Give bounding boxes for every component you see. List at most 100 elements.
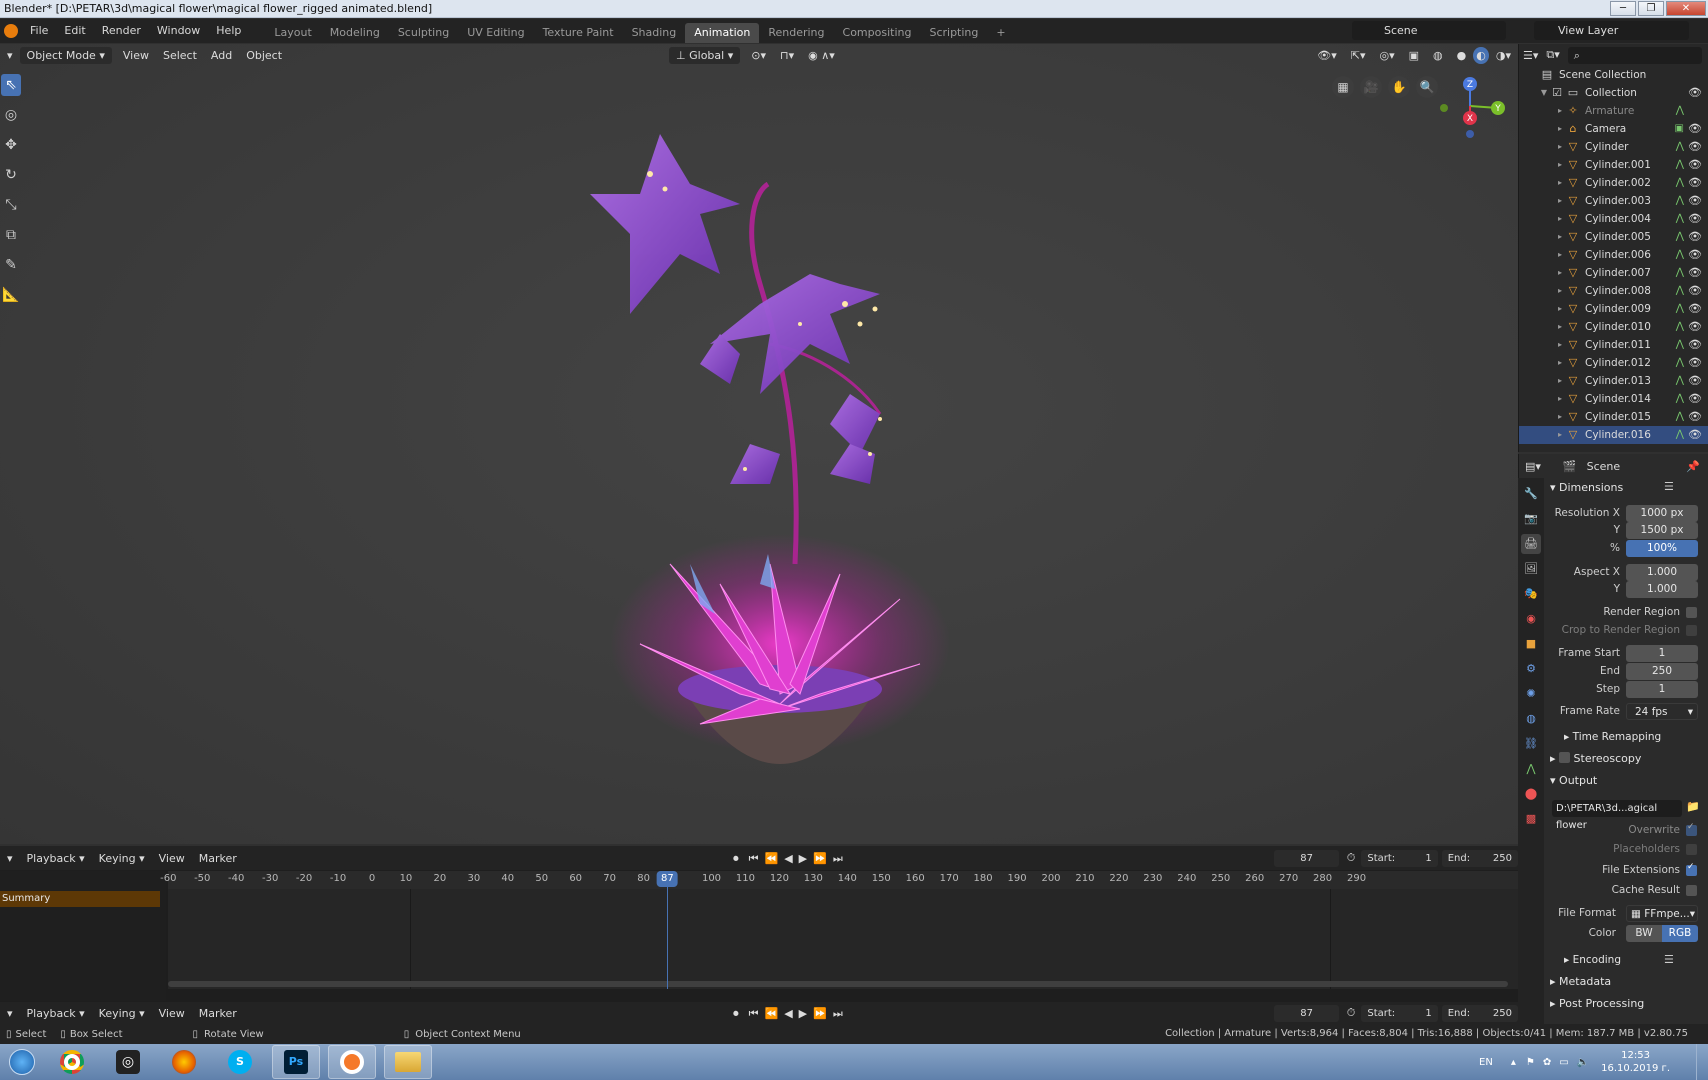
vertex-group-icon[interactable]: ⋀ xyxy=(1676,192,1684,210)
proportional-edit-icon[interactable]: ◉ ∧▾ xyxy=(801,47,842,64)
presets-icon[interactable]: ☰ xyxy=(1664,480,1674,493)
jump-end-icon-2[interactable]: ⏭ xyxy=(830,1005,846,1022)
menu-playback[interactable]: Playback ▾ xyxy=(20,850,92,867)
menu-playback-2[interactable]: Playback ▾ xyxy=(20,1005,92,1022)
expand-triangle-icon[interactable]: ▸ xyxy=(1555,138,1565,156)
physics-tab-icon[interactable]: ◍ xyxy=(1521,709,1541,729)
menu-help[interactable]: Help xyxy=(208,19,249,43)
menu-file[interactable]: File xyxy=(22,19,56,43)
frame-rate-dropdown[interactable]: 24 fps ▾ xyxy=(1626,703,1698,720)
menu-window[interactable]: Window xyxy=(149,19,208,43)
eye-icon[interactable]: 👁 xyxy=(1688,336,1702,354)
outliner-item[interactable]: ▸ ▽ Cylinder.012 ⋀ 👁 xyxy=(1519,354,1708,372)
vertex-group-icon[interactable]: ⋀ xyxy=(1676,102,1684,120)
file-format-dropdown[interactable]: ▦ FFmpe... ▾ xyxy=(1626,905,1698,922)
res-y-field[interactable]: 1500 px xyxy=(1626,522,1698,539)
expand-triangle-icon[interactable]: ▸ xyxy=(1555,336,1565,354)
unity-icon[interactable]: ◎ xyxy=(104,1045,152,1079)
stereoscopy-checkbox[interactable] xyxy=(1559,752,1571,763)
start-button[interactable] xyxy=(0,1044,44,1080)
display-mode-icon[interactable]: ⧉▾ xyxy=(1546,48,1559,62)
vertex-group-icon[interactable]: ⋀ xyxy=(1676,426,1684,444)
expand-triangle-icon[interactable]: ▸ xyxy=(1555,228,1565,246)
expand-triangle-icon[interactable]: ▸ xyxy=(1555,174,1565,192)
tray-app-icon[interactable]: ✿ xyxy=(1543,1057,1551,1068)
outliner-item[interactable]: ▸ ▽ Cylinder.014 ⋀ 👁 xyxy=(1519,390,1708,408)
timeline-scrollbar[interactable] xyxy=(168,981,1508,987)
post-processing-section[interactable]: ▸ Post Processing xyxy=(1550,997,1644,1010)
menu-keying[interactable]: Keying ▾ xyxy=(92,850,152,867)
move-tool-icon[interactable]: ✥ xyxy=(1,134,21,156)
network-icon[interactable]: ▭ xyxy=(1559,1057,1568,1068)
visibility-icon[interactable]: 👁▾ xyxy=(1310,47,1344,64)
vertex-group-icon[interactable]: ⋀ xyxy=(1676,264,1684,282)
file-explorer-icon[interactable] xyxy=(384,1045,432,1079)
menu-keying-2[interactable]: Keying ▾ xyxy=(92,1005,152,1022)
expand-triangle-icon[interactable]: ▸ xyxy=(1555,246,1565,264)
menu-add[interactable]: Add xyxy=(204,47,239,64)
eye-icon[interactable]: 👁 xyxy=(1688,228,1702,246)
start-frame-field[interactable]: Start: 1 xyxy=(1361,849,1438,867)
encoding-section[interactable]: ▸ Encoding xyxy=(1564,954,1621,966)
eye-icon[interactable]: 👁 xyxy=(1688,300,1702,318)
outliner-collection[interactable]: ▼ ☑ ▭ Collection 👁 xyxy=(1519,84,1708,102)
vertex-group-icon[interactable]: ⋀ xyxy=(1676,354,1684,372)
eye-icon[interactable]: 👁 xyxy=(1688,390,1702,408)
summary-channel[interactable]: Summary xyxy=(0,891,160,907)
outliner-item[interactable]: ▸ ▽ Cylinder ⋀ 👁 xyxy=(1519,138,1708,156)
measure-tool-icon[interactable]: 📐 xyxy=(1,284,21,306)
eye-icon[interactable]: 👁 xyxy=(1688,354,1702,372)
vertex-group-icon[interactable]: ⋀ xyxy=(1676,336,1684,354)
photoshop-icon[interactable]: Ps xyxy=(272,1045,320,1079)
maximize-button[interactable]: ❐ xyxy=(1638,1,1664,16)
expand-triangle-icon[interactable]: ▸ xyxy=(1555,264,1565,282)
menu-marker-2[interactable]: Marker xyxy=(192,1005,244,1022)
tab-animation[interactable]: Animation xyxy=(685,23,760,43)
outliner-item[interactable]: ▸ ▽ Cylinder.003 ⋀ 👁 xyxy=(1519,192,1708,210)
keyframe-area[interactable] xyxy=(168,889,1518,989)
outliner-item[interactable]: ▸ ⌂ Camera ▣ 👁 xyxy=(1519,120,1708,138)
timeline-menu-view[interactable]: View xyxy=(152,850,192,867)
outliner-item[interactable]: ▸ ▽ Cylinder.007 ⋀ 👁 xyxy=(1519,264,1708,282)
stereoscopy-section[interactable]: ▸ Stereoscopy xyxy=(1550,752,1641,765)
aspect-x-field[interactable]: 1.000 xyxy=(1626,564,1698,581)
expand-triangle-icon[interactable]: ▸ xyxy=(1555,120,1565,138)
frame-ruler[interactable]: -60 -50 -40 -30 -20 -10 0 10 20 30 40 50 60 70 80 87 100… xyxy=(160,871,1518,889)
tab-modeling[interactable]: Modeling xyxy=(321,23,389,43)
tab-uv-editing[interactable]: UV Editing xyxy=(458,23,533,43)
blender-logo-icon[interactable] xyxy=(4,24,18,38)
eye-icon[interactable]: 👁 xyxy=(1688,246,1702,264)
eye-icon[interactable]: 👁 xyxy=(1688,84,1702,102)
transform-tool-icon[interactable]: ⧉ xyxy=(1,224,21,246)
frame-step-field[interactable]: 1 xyxy=(1626,681,1698,698)
current-frame-field-2[interactable]: 87 xyxy=(1274,1004,1339,1022)
aspect-y-field[interactable]: 1.000 xyxy=(1626,581,1698,598)
play-reverse-icon-2[interactable]: ◀ xyxy=(781,1005,795,1022)
tool-tab-icon[interactable]: 🔧 xyxy=(1521,484,1541,504)
close-button[interactable]: ✕ xyxy=(1666,1,1706,16)
eye-icon[interactable]: 👁 xyxy=(1688,174,1702,192)
outliner-item[interactable]: ▸ ▽ Cylinder.009 ⋀ 👁 xyxy=(1519,300,1708,318)
menu-marker[interactable]: Marker xyxy=(192,850,244,867)
outliner-item[interactable]: ▸ ▽ Cylinder.016 ⋀ 👁 xyxy=(1519,426,1708,444)
next-key-icon-2[interactable]: ⏩ xyxy=(810,1005,830,1022)
encoding-presets-icon[interactable]: ☰ xyxy=(1664,953,1674,966)
record-icon[interactable]: ⏺ xyxy=(726,850,746,867)
outliner-item[interactable]: ▸ ▽ Cylinder.013 ⋀ 👁 xyxy=(1519,372,1708,390)
select-tool-icon[interactable]: ⇖ xyxy=(1,74,21,96)
expand-triangle-icon[interactable]: ▸ xyxy=(1555,372,1565,390)
gizmo-toggle-icon[interactable]: ⇱▾ xyxy=(1344,47,1373,64)
object-tab-icon[interactable]: ■ xyxy=(1521,634,1541,654)
shading-wireframe-icon[interactable]: ◍ xyxy=(1426,47,1450,64)
tab-rendering[interactable]: Rendering xyxy=(759,23,833,43)
crop-region-checkbox[interactable] xyxy=(1686,625,1697,636)
data-tab-icon[interactable]: ⋀ xyxy=(1521,759,1541,779)
record-icon-2[interactable]: ⏺ xyxy=(726,1005,746,1022)
collapse-triangle-icon[interactable]: ▼ xyxy=(1539,84,1549,102)
3d-viewport[interactable] xyxy=(0,44,1518,844)
menu-edit[interactable]: Edit xyxy=(56,19,93,43)
folder-icon[interactable]: 📁 xyxy=(1686,800,1700,813)
overwrite-checkbox[interactable] xyxy=(1686,822,1697,836)
cursor-tool-icon[interactable]: ◎ xyxy=(1,104,21,126)
timeline2-menu-view[interactable]: View xyxy=(152,1005,192,1022)
